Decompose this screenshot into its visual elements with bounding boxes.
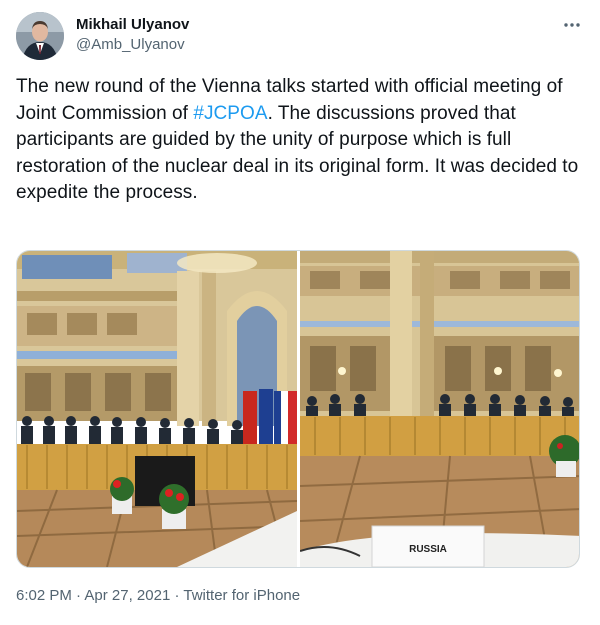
tweet-time[interactable]: 6:02 PM [16,587,72,604]
user-handle[interactable]: @Amb_Ulyanov [76,35,189,55]
meta-separator: · [174,587,180,604]
name-plate-label: RUSSIA [409,544,447,555]
tweet-text: The new round of the Vienna talks starte… [16,74,582,207]
meta-separator: · [76,587,82,604]
more-dots-icon [564,23,580,27]
meeting-hall-photo-left[interactable] [17,251,297,567]
meeting-hall-photo-right[interactable]: RUSSIA [300,251,579,567]
avatar[interactable] [16,12,64,60]
media-grid: RUSSIA [16,250,580,568]
tweet-meta: 6:02 PM · Apr 27, 2021 · Twitter for iPh… [16,586,300,606]
tweet-date[interactable]: Apr 27, 2021 [84,587,170,604]
more-options-button[interactable] [562,15,582,35]
author-block: Mikhail Ulyanov @Amb_Ulyanov [76,15,189,55]
hashtag-link[interactable]: #JCPOA [193,103,267,124]
display-name[interactable]: Mikhail Ulyanov [76,15,189,35]
profile-photo-icon [16,12,64,60]
tweet-header: Mikhail Ulyanov @Amb_Ulyanov [16,12,584,60]
tweet-card: Mikhail Ulyanov @Amb_Ulyanov The new rou… [0,0,600,625]
tweet-source[interactable]: Twitter for iPhone [183,587,300,604]
